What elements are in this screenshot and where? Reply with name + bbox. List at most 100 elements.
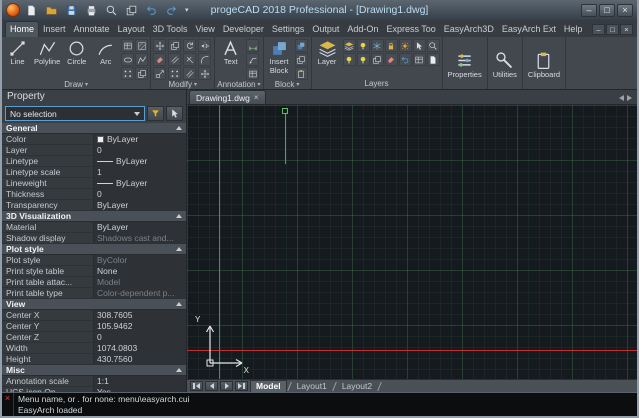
property-value[interactable]: 0 [94, 145, 186, 155]
doc-restore-button[interactable]: □ [606, 24, 619, 35]
property-row-print-table-type[interactable]: Print table type Color-dependent p... [2, 288, 186, 299]
layout-tab-model[interactable]: Model [250, 380, 287, 392]
tab-scroll-right-icon[interactable] [627, 95, 632, 101]
tab-insert[interactable]: Insert [39, 22, 70, 37]
save-button[interactable] [63, 2, 80, 18]
selection-dropdown[interactable]: No selection [5, 106, 145, 121]
tab-output[interactable]: Output [308, 22, 343, 37]
layer-delete-button[interactable] [385, 53, 398, 66]
previous-tab-button[interactable] [205, 381, 218, 391]
property-row-print-table-attached[interactable]: Print table attac... Model [2, 277, 186, 288]
property-row-annotation-scale[interactable]: Annotation scale 1:1 [2, 376, 186, 387]
properties-panel-button[interactable]: Properties [445, 38, 485, 89]
property-row-linetype[interactable]: Linetype ByLayer [2, 156, 186, 167]
layer-new-button[interactable] [427, 53, 440, 66]
property-value[interactable]: ByLayer [94, 134, 186, 144]
property-value[interactable]: None [94, 266, 186, 276]
property-value[interactable]: 1074.0803 [94, 343, 186, 353]
ellipse-tool-button[interactable] [121, 53, 134, 66]
tab-close-icon[interactable]: × [254, 93, 259, 102]
arc-button[interactable]: Arc [92, 38, 119, 67]
group-label-layers[interactable]: Layers [314, 78, 440, 89]
layer-freeze-button[interactable] [371, 39, 384, 52]
property-value[interactable]: ByLayer [94, 200, 186, 210]
region-tool-button[interactable] [135, 67, 148, 80]
redo-button[interactable] [163, 2, 180, 18]
tab-view[interactable]: View [191, 22, 218, 37]
erase-tool-button[interactable] [153, 53, 166, 66]
close-button[interactable]: × [617, 4, 633, 17]
group-label-modify[interactable]: Modify ▾ [153, 80, 212, 89]
section-header-plot-style[interactable]: Plot style [2, 244, 186, 255]
select-objects-button[interactable] [166, 106, 183, 121]
collapse-arrow-icon[interactable] [176, 126, 182, 130]
property-value[interactable]: 0 [94, 332, 186, 342]
tab-settings[interactable]: Settings [268, 22, 309, 37]
document-tab[interactable]: Drawing1.dwg × [189, 90, 266, 104]
minimize-button[interactable]: – [581, 4, 597, 17]
property-value[interactable]: ByLayer [94, 222, 186, 232]
maximize-button[interactable]: □ [599, 4, 615, 17]
layer-match-button[interactable] [413, 39, 426, 52]
layer-lock-button[interactable] [385, 39, 398, 52]
tab-help[interactable]: Help [560, 22, 587, 37]
layer-color-button[interactable] [399, 39, 412, 52]
trim-tool-button[interactable] [183, 53, 196, 66]
insert-block-button[interactable]: Insert Block [266, 38, 293, 75]
utilities-panel-button[interactable]: Utilities [490, 38, 520, 89]
collapse-arrow-icon[interactable] [176, 368, 182, 372]
copy-button[interactable] [123, 2, 140, 18]
dimension-tool-button[interactable] [246, 39, 259, 52]
layer-button[interactable]: Layer [314, 38, 341, 67]
property-row-center-z[interactable]: Center Z 0 [2, 332, 186, 343]
tab-annotate[interactable]: Annotate [70, 22, 114, 37]
rectangle-tool-button[interactable] [121, 39, 134, 52]
property-row-width[interactable]: Width 1074.0803 [2, 343, 186, 354]
layout-tab-layout2[interactable]: Layout2 [337, 381, 377, 391]
hatch-tool-button[interactable] [135, 39, 148, 52]
last-tab-button[interactable] [235, 381, 248, 391]
layer-isolate-button[interactable] [343, 53, 356, 66]
command-history[interactable]: Menu name, or . for none: menu\easyarch.… [14, 393, 637, 416]
property-row-linetype-scale[interactable]: Linetype scale 1 [2, 167, 186, 178]
property-value[interactable]: 430.7560 [94, 354, 186, 364]
leader-tool-button[interactable] [246, 53, 259, 66]
property-row-center-y[interactable]: Center Y 105.9462 [2, 321, 186, 332]
tab-add-on[interactable]: Add-On [343, 22, 382, 37]
doc-minimize-button[interactable]: – [592, 24, 605, 35]
title-bar[interactable]: ▾ progeCAD 2018 Professional - [Drawing1… [2, 0, 637, 20]
property-value[interactable]: 0 [94, 189, 186, 199]
print-button[interactable] [83, 2, 100, 18]
print-preview-button[interactable] [103, 2, 120, 18]
next-tab-button[interactable] [220, 381, 233, 391]
layer-states-button[interactable] [413, 53, 426, 66]
group-label-draw[interactable]: Draw ▾ [4, 80, 148, 89]
section-header-general[interactable]: General [2, 123, 186, 134]
property-row-thickness[interactable]: Thickness 0 [2, 189, 186, 200]
layout-tab-layout1[interactable]: Layout1 [292, 381, 332, 391]
doc-close-button[interactable]: × [620, 24, 633, 35]
tab-layout[interactable]: Layout [114, 22, 149, 37]
attach-reference-button[interactable] [295, 67, 308, 80]
property-value[interactable]: 1:1 [94, 376, 186, 386]
quick-select-button[interactable] [147, 106, 164, 121]
point-tool-button[interactable] [121, 67, 134, 80]
tab-express-tools[interactable]: Express Too [382, 22, 439, 37]
new-file-button[interactable] [23, 2, 40, 18]
table-tool-button[interactable] [246, 67, 259, 80]
tab-developer[interactable]: Developer [219, 22, 268, 37]
copy-tool-button[interactable] [168, 39, 181, 52]
stretch-tool-button[interactable] [183, 67, 196, 80]
mirror-tool-button[interactable] [198, 39, 211, 52]
property-row-lineweight[interactable]: Lineweight ByLayer [2, 178, 186, 189]
spline-tool-button[interactable] [135, 53, 148, 66]
property-value[interactable]: 105.9462 [94, 321, 186, 331]
tab-easyarch-ext[interactable]: EasyArch Ext [498, 22, 560, 37]
property-row-plot-style[interactable]: Plot style ByColor [2, 255, 186, 266]
layer-properties-button[interactable] [343, 39, 356, 52]
tab-easyarch3d[interactable]: EasyArch3D [440, 22, 498, 37]
open-file-button[interactable] [43, 2, 60, 18]
property-row-transparency[interactable]: Transparency ByLayer [2, 200, 186, 211]
collapse-arrow-icon[interactable] [176, 302, 182, 306]
scale-tool-button[interactable] [153, 67, 166, 80]
